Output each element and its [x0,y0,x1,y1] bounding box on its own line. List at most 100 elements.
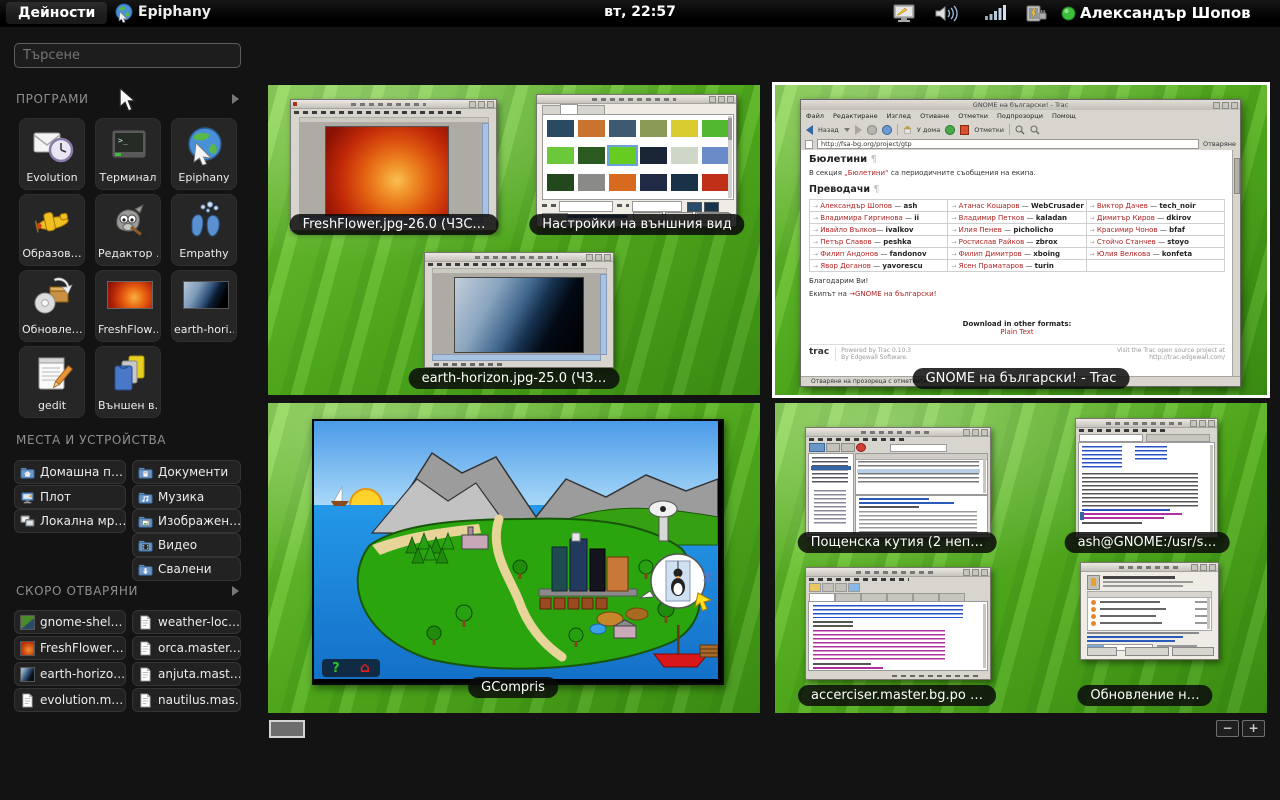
app-tile-appearance[interactable]: Външен в… [95,346,161,418]
evolution-mail-icon [31,123,75,167]
scrollbar[interactable] [1232,150,1240,377]
reload-icon[interactable] [882,125,892,135]
recent-label: evolution.m… [40,693,123,707]
place-item-pictures[interactable]: Изображен… [132,509,241,533]
window-gcompris[interactable]: ? ⌂ [312,419,724,685]
app-label: Evolution [22,171,82,184]
documents-folder-icon [138,465,153,480]
gcompris-island-scene [314,421,718,679]
plain-text-link: Plain Text [809,328,1225,336]
window-appearance-preferences[interactable] [536,94,737,227]
window-label: earth-horizon.jpg-25.0 (ЧЗ… [409,368,620,389]
app-tile-gcompris[interactable]: Образов… [19,194,85,266]
search-input[interactable] [15,44,256,67]
window-evolution-mailbox[interactable] [805,427,991,538]
home-label[interactable]: У дома [917,126,940,134]
app-tile-freshflower[interactable]: FreshFlow… [95,270,161,342]
recent-item[interactable]: nautilus.mas… [132,688,241,712]
window-terminal[interactable] [1075,418,1218,538]
app-tile-terminal[interactable]: >_ Терминал [95,118,161,190]
battery-icon[interactable] [1024,4,1048,23]
workspace-3[interactable]: ? ⌂ GCompris [268,403,760,713]
recent-item[interactable]: evolution.m… [14,688,126,712]
zoom-in-icon[interactable] [1015,125,1025,135]
menu-item[interactable]: Подпрозорци [997,112,1043,120]
place-item-home[interactable]: Домашна п… [14,460,126,484]
go-button[interactable]: Отваряне [1203,140,1236,148]
back-icon[interactable] [806,125,813,135]
app-tile-epiphany[interactable]: Epiphany [171,118,237,190]
app-label: gedit [22,399,82,412]
window-epiphany-trac[interactable]: GNOME на български! - Trac Файл Редактир… [800,99,1241,387]
place-item-videos[interactable]: Видео [132,533,241,557]
place-item-downloads[interactable]: Свалени [132,557,241,581]
history-icon[interactable] [945,125,955,135]
home-icon[interactable] [903,125,912,134]
menu-item[interactable]: Редактиране [833,112,878,120]
home-icon[interactable]: ⌂ [360,661,370,675]
menu-item[interactable]: Помощ [1052,112,1076,120]
back-label[interactable]: Назад [818,126,839,134]
presence-status-icon[interactable] [1061,6,1076,21]
app-label: FreshFlow… [98,323,158,336]
workspace-remove-button[interactable]: − [1216,720,1239,737]
app-tile-updates[interactable]: Обновле… [19,270,85,342]
recent-item[interactable]: FreshFlower… [14,636,126,660]
recent-item[interactable]: orca.master.… [132,636,241,660]
app-label: Редактор … [98,247,158,260]
window-gimp-earthhorizon[interactable] [424,252,614,368]
workspace-indicator[interactable] [269,720,305,738]
translator-cell: → Ростислав Райков — zbrox [948,236,1086,248]
gimp-canvas-flower [325,126,449,220]
app-tile-gedit[interactable]: gedit [19,346,85,418]
network-signal-icon[interactable] [984,4,1006,22]
window-gedit-accerciser[interactable] [805,567,991,680]
volume-icon[interactable] [934,4,960,23]
menu-item[interactable]: Файл [806,112,824,120]
app-tile-evolution[interactable]: Evolution [19,118,85,190]
user-menu[interactable]: Александър Шопов [1080,4,1251,22]
gcompris-control-bar: ? ⌂ [322,659,380,677]
recent-item[interactable]: weather-loc… [132,610,241,634]
menu-item[interactable]: Отметки [958,112,988,120]
document-icon [20,693,35,708]
window-titlebar [1076,419,1217,428]
place-label: Локална мр… [40,514,126,528]
zoom-out-icon[interactable] [1030,125,1040,135]
app-tile-gimp[interactable]: Редактор … [95,194,161,266]
window-gimp-freshflower[interactable] [290,99,497,231]
bookmarks-label[interactable]: Отметки [974,126,1004,134]
window-titlebar [537,95,736,104]
window-label: ash@GNOME:/usr/s… [1065,532,1230,553]
workspace-1[interactable]: FreshFlower.jpg-26.0 (ЧЗС… [268,85,760,395]
place-item-music[interactable]: Музика [132,485,241,509]
stop-icon[interactable] [867,125,877,135]
bookmark-icon[interactable] [960,125,969,135]
workspace-2-active[interactable]: GNOME на български! - Trac Файл Редактир… [775,85,1267,395]
expand-arrow-icon[interactable] [232,94,239,104]
menu-item[interactable]: Отиване [920,112,949,120]
url-input[interactable]: http://fsa-bg.org/project/gtp [817,139,1199,149]
display-icon[interactable] [892,4,916,23]
forward-icon[interactable] [855,125,862,135]
translator-cell: → Димитър Киров — dkirov [1086,212,1224,224]
help-icon[interactable]: ? [332,661,340,676]
recent-item[interactable]: gnome-shel… [14,610,126,634]
document-icon [138,667,153,682]
window-software-updates[interactable] [1080,562,1219,660]
place-item-desktop[interactable]: Плот [14,485,126,509]
app-tile-empathy[interactable]: Empathy [171,194,237,266]
expand-arrow-icon[interactable] [232,586,239,596]
menu-item[interactable]: Изглед [887,112,911,120]
workspace-add-button[interactable]: + [1242,720,1265,737]
place-item-local-network[interactable]: Локална мр… [14,509,126,533]
app-label: Epiphany [174,171,234,184]
recent-item[interactable]: anjuta.mast… [132,662,241,686]
translator-cell: → Ивайло Вълков— ivalkov [810,224,948,236]
window-label: Обновление н… [1077,685,1212,706]
place-item-documents[interactable]: Документи [132,460,241,484]
recent-item[interactable]: earth-horizo… [14,662,126,686]
translator-cell: → Владимира Гиргинова — ii [810,212,948,224]
workspace-4[interactable]: Пощенска кутия (2 неп… [775,403,1267,713]
app-tile-earthhorizon[interactable]: earth-hori… [171,270,237,342]
